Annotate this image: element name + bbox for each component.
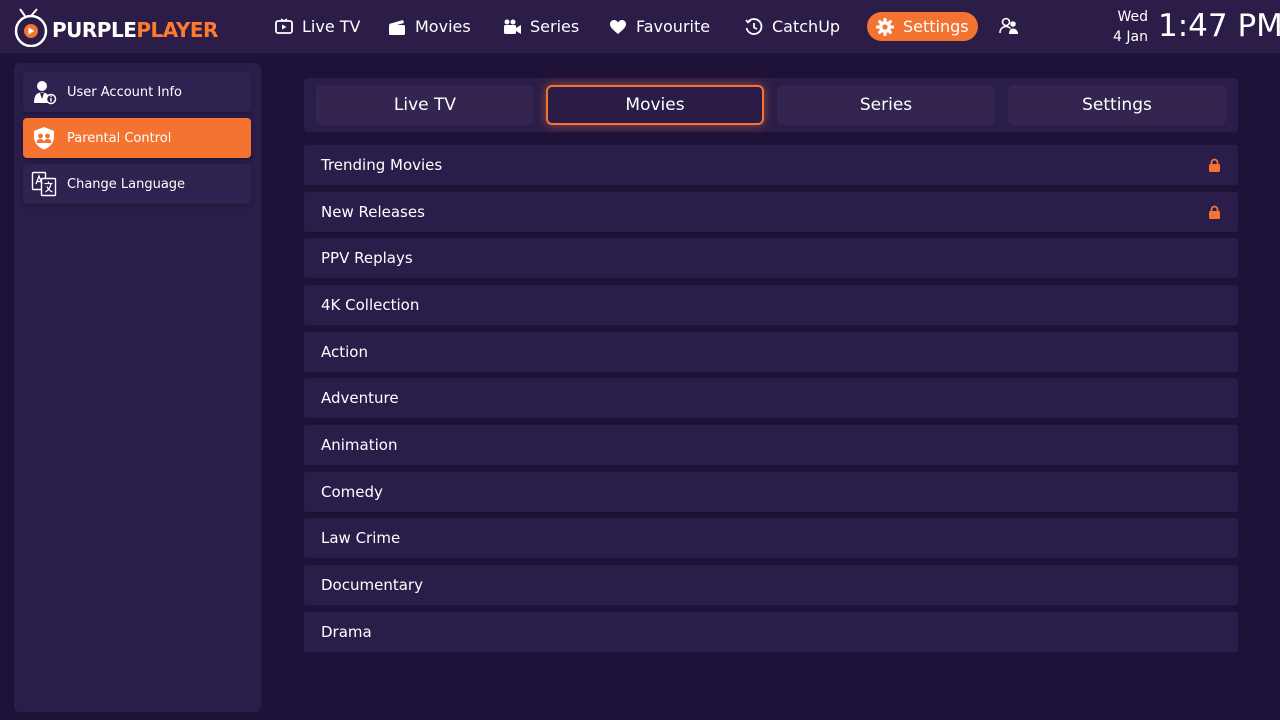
category-row[interactable]: New Releases [304,192,1238,232]
logo-word-player: PLAYER [136,18,218,42]
nav-label: Settings [903,17,969,36]
nav-label: Movies [415,17,471,36]
category-label: Documentary [321,576,423,594]
nav-label: CatchUp [772,17,841,36]
tab-live-tv[interactable]: Live TV [316,85,534,125]
lock-icon [1209,158,1220,172]
history-clock-icon [745,17,763,35]
category-label: 4K Collection [321,296,420,314]
settings-sidebar: User Account Info Parental Control Chang… [14,63,261,712]
camera-icon [504,19,521,34]
nav-label: Favourite [636,17,711,36]
heart-icon [610,19,626,34]
translate-icon [31,171,57,197]
category-row[interactable]: Trending Movies [304,145,1238,185]
sidebar-item-label: Change Language [67,176,186,192]
category-row[interactable]: Documentary [304,565,1238,605]
sidebar-item-parental-control[interactable]: Parental Control [23,118,251,158]
category-row[interactable]: PPV Replays [304,238,1238,278]
tv-logo-icon [12,7,50,48]
category-row[interactable]: Action [304,332,1238,372]
category-label: Comedy [321,483,383,501]
category-label: Law Crime [321,529,401,547]
category-label: Action [321,343,368,361]
top-bar: PURPLEPLAYER Live TV Movies Series Favou… [0,0,1280,53]
category-label: Animation [321,436,398,454]
nav-movies[interactable]: Movies [379,12,479,41]
category-label: New Releases [321,203,425,221]
nav-favourite[interactable]: Favourite [600,12,718,41]
sidebar-item-label: User Account Info [67,84,182,100]
tab-settings[interactable]: Settings [1008,85,1226,125]
tv-play-icon [275,17,293,34]
category-row[interactable]: Drama [304,612,1238,652]
category-row[interactable]: Law Crime [304,518,1238,558]
category-label: Drama [321,623,372,641]
nav-catchup[interactable]: CatchUp [736,12,848,41]
logo-word-purple: PURPLE [52,18,137,42]
category-row[interactable]: 4K Collection [304,285,1238,325]
date-text: 4 Jan [1113,29,1148,45]
category-row[interactable]: Animation [304,425,1238,465]
lock-icon [1209,205,1220,219]
sidebar-item-change-language[interactable]: Change Language [23,164,251,204]
gear-icon [876,17,894,36]
parental-shield-icon [31,125,57,151]
date-display: Wed 4 Jan [1100,7,1148,47]
logo-text: PURPLEPLAYER [52,18,218,42]
tab-series[interactable]: Series [777,85,995,125]
nav-series[interactable]: Series [494,12,587,41]
clapperboard-icon [389,19,405,35]
nav-label: Series [530,17,580,36]
weekday-text: Wed [1117,9,1148,25]
sidebar-item-user-account-info[interactable]: User Account Info [23,72,251,112]
category-label: Adventure [321,389,399,407]
category-row[interactable]: Comedy [304,472,1238,512]
switch-user-icon[interactable] [998,16,1020,36]
clock-time: 1:47 PM [1158,8,1280,44]
tab-movies[interactable]: Movies [546,85,764,125]
app-logo: PURPLEPLAYER [12,6,218,48]
nav-live-tv[interactable]: Live TV [266,12,368,41]
user-info-icon [31,79,57,105]
nav-settings[interactable]: Settings [867,12,978,41]
category-row[interactable]: Adventure [304,378,1238,418]
category-label: PPV Replays [321,249,413,267]
nav-label: Live TV [302,17,361,36]
category-type-tabs: Live TV Movies Series Settings [304,78,1238,132]
sidebar-item-label: Parental Control [67,130,172,146]
category-label: Trending Movies [321,156,443,174]
